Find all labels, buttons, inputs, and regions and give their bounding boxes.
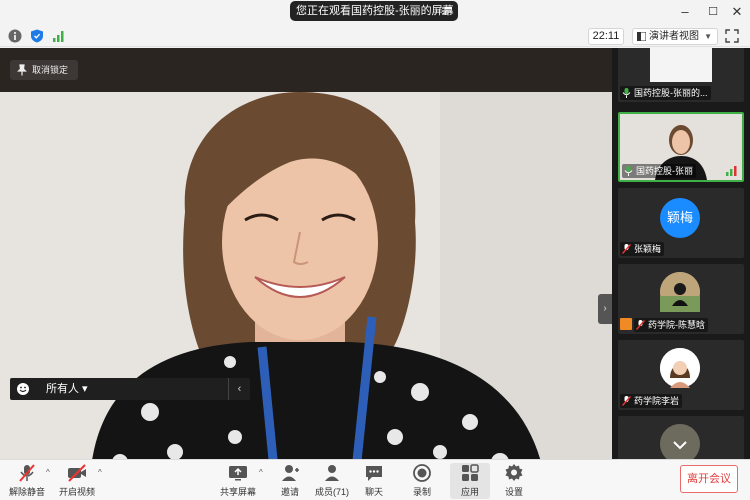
- share-screen-button[interactable]: 共享屏幕: [218, 463, 258, 499]
- maximize-button[interactable]: ☐: [702, 3, 724, 21]
- start-video-label: 开启视频: [58, 487, 95, 497]
- meeting-clock: 22:11: [588, 28, 624, 45]
- participant-tile[interactable]: 颖梅 张颖梅: [618, 188, 744, 258]
- chat-bubble-icon: [366, 466, 382, 481]
- members-icon: [325, 465, 339, 481]
- unlock-pin-button[interactable]: 取消锁定: [10, 60, 78, 80]
- screen-thumbnail: [650, 48, 712, 82]
- members-button[interactable]: 成员(71): [312, 463, 352, 499]
- mic-muted-icon: [636, 320, 645, 330]
- profile-photo: [660, 272, 700, 312]
- participant-tile-active-speaker[interactable]: 国药控股-张丽: [618, 112, 744, 182]
- mic-muted-icon: [19, 464, 35, 482]
- share-screen-label: 共享屏幕: [219, 487, 256, 497]
- invite-label: 邀请: [280, 487, 299, 497]
- user-badge-icon: [620, 318, 632, 330]
- participant-tile[interactable]: 药学院-陈慧晗: [618, 264, 744, 334]
- apps-grid-icon: [462, 464, 479, 481]
- shield-icon[interactable]: [30, 29, 44, 43]
- members-label: 成员(71): [314, 487, 349, 497]
- chevron-down-icon: ▼: [704, 32, 712, 41]
- menu-lines-icon[interactable]: [442, 6, 452, 16]
- close-button[interactable]: ✕: [726, 3, 748, 21]
- start-video-button[interactable]: 开启视频: [56, 463, 98, 499]
- participant-name: 张颖梅: [634, 244, 662, 254]
- unlock-pin-label: 取消锁定: [32, 65, 69, 75]
- share-screen-icon: [229, 466, 247, 481]
- participant-name: 药学院李岩: [634, 396, 680, 406]
- collapse-chevron-icon[interactable]: ‹: [228, 378, 250, 400]
- signal-strength-icon[interactable]: [52, 29, 66, 43]
- mic-icon: [624, 166, 633, 176]
- signal-strength-icon: [726, 166, 737, 176]
- avatar: [660, 424, 700, 459]
- chat-input-bar[interactable]: 所有人 ▾ ‹: [10, 378, 250, 400]
- profile-photo: [660, 424, 700, 459]
- speaker-video: [0, 92, 612, 459]
- chat-button[interactable]: 聊天: [360, 463, 388, 499]
- fullscreen-icon[interactable]: [725, 29, 739, 43]
- window-title-text: 您正在观看国药控股-张丽的屏幕: [296, 5, 454, 17]
- chevron-up-icon[interactable]: ^: [98, 468, 102, 477]
- main-video-area: 取消锁定 所有人 ▾ ‹ ›: [0, 48, 612, 459]
- chevron-up-icon[interactable]: ^: [259, 468, 263, 477]
- avatar: [660, 348, 700, 388]
- chat-recipient-dropdown[interactable]: 所有人 ▾: [46, 378, 88, 400]
- side-panel-toggle[interactable]: ›: [598, 294, 612, 324]
- apps-label: 应用: [460, 487, 479, 497]
- settings-label: 设置: [504, 487, 523, 497]
- settings-button[interactable]: 设置: [500, 463, 528, 499]
- info-icon[interactable]: [8, 29, 22, 43]
- participant-name: 国药控股-张丽的...: [634, 88, 708, 98]
- gear-icon: [505, 464, 523, 481]
- participant-tile-label: 国药控股-张丽的...: [620, 86, 711, 100]
- emoji-icon[interactable]: [16, 382, 30, 396]
- layout-grid-icon: [637, 32, 646, 41]
- pin-icon: [17, 64, 27, 76]
- chevron-up-icon[interactable]: ^: [46, 468, 50, 477]
- participant-tile-label: 药学院-陈慧晗: [634, 318, 708, 332]
- invite-user-icon: [282, 465, 299, 481]
- participant-tile-screen[interactable]: 国药控股-张丽的...: [618, 48, 744, 102]
- mic-muted-icon: [622, 396, 631, 406]
- speaker-video-image: [0, 92, 612, 459]
- participant-tile-label: 药学院李岩: [620, 394, 683, 408]
- minimize-button[interactable]: –: [674, 3, 696, 21]
- view-mode-dropdown[interactable]: 演讲者视图 ▼: [632, 28, 718, 45]
- unmute-label: 解除静音: [8, 487, 45, 497]
- leave-meeting-button[interactable]: 离开会议: [680, 465, 738, 493]
- participant-video-list: 国药控股-张丽的... 国药控股-张丽 颖梅 张颖梅 药学院-陈慧晗 药学院李岩: [612, 48, 750, 459]
- mic-muted-icon: [622, 244, 631, 254]
- window-title[interactable]: 您正在观看国药控股-张丽的屏幕: [290, 1, 458, 21]
- record-icon: [413, 464, 431, 482]
- participant-tile[interactable]: [618, 416, 744, 459]
- avatar: [660, 272, 700, 312]
- participant-tile-label: 国药控股-张丽: [622, 164, 696, 178]
- camera-off-icon: [68, 464, 86, 482]
- record-label: 录制: [412, 487, 431, 497]
- participant-name: 药学院-陈慧晗: [648, 320, 705, 330]
- mic-icon: [622, 88, 631, 98]
- record-button[interactable]: 录制: [408, 463, 436, 499]
- participant-tile-label: 张颖梅: [620, 242, 665, 256]
- participant-name: 国药控股-张丽: [636, 166, 693, 176]
- status-bar: 22:11 演讲者视图 ▼: [0, 26, 750, 47]
- unmute-button[interactable]: 解除静音: [6, 463, 48, 499]
- profile-photo: [660, 348, 700, 388]
- meeting-toolbar: 解除静音 ^ 开启视频 ^ 共享屏幕 ^ 邀请 成员(71) 聊天 录制 应用 …: [0, 459, 750, 500]
- participant-tile[interactable]: 药学院李岩: [618, 340, 744, 410]
- apps-button[interactable]: 应用: [450, 463, 490, 499]
- title-bar: 您正在观看国药控股-张丽的屏幕 – ☐ ✕: [0, 0, 750, 26]
- avatar: 颖梅: [660, 198, 700, 238]
- chat-label: 聊天: [364, 487, 383, 497]
- invite-button[interactable]: 邀请: [276, 463, 304, 499]
- view-mode-label: 演讲者视图: [649, 31, 699, 42]
